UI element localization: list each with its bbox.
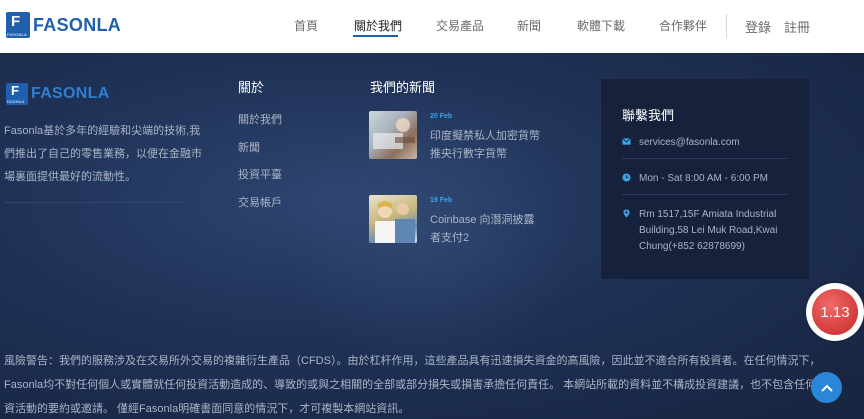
footer-link-news[interactable]: 新聞	[238, 142, 282, 171]
contact-title: 聯繫我們	[622, 108, 675, 123]
about-divider	[4, 202, 188, 203]
news-item[interactable]: 20 Feb 印度擬禁私人加密貨幣 推央行數字貨幣	[369, 111, 540, 163]
news-headline[interactable]: 印度擬禁私人加密貨幣 推央行數字貨幣	[430, 127, 540, 163]
footer-link-accounts[interactable]: 交易帳戶	[238, 197, 282, 226]
footer-logo-mark-icon: F FASONLA	[6, 83, 28, 105]
news-title: 我們的新聞	[370, 80, 436, 95]
footer-link-platform[interactable]: 投資平臺	[238, 170, 282, 198]
envelope-icon	[622, 138, 631, 145]
floating-badge[interactable]: 1.13	[806, 283, 864, 341]
nav-item-about[interactable]: 關於我們	[354, 17, 402, 34]
active-nav-indicator	[353, 35, 398, 37]
nav-item-partners[interactable]: 合作夥伴	[659, 17, 707, 34]
brand-name: FASONLA	[33, 14, 122, 35]
contact-email[interactable]: services@fasonla.com	[639, 135, 740, 151]
contact-divider	[622, 194, 788, 195]
news-item[interactable]: 19 Feb Coinbase 向潛洞披露者支付2	[369, 195, 540, 247]
nav-item-news[interactable]: 新聞	[517, 17, 541, 34]
contact-hours-row: Mon - Sat 8:00 AM - 6:00 PM	[622, 171, 768, 187]
brand-logo[interactable]: F FASONLA FASONLA	[6, 12, 121, 38]
logo-mark-icon: F FASONLA	[6, 12, 30, 38]
risk-warning: 風險警告：我們的服務涉及在交易所外交易的複雜衍生產品（CFDS）。由於杠杆作用，…	[4, 355, 828, 415]
news-headline[interactable]: Coinbase 向潛洞披露者支付2	[430, 211, 540, 247]
register-link[interactable]: 註冊	[784, 17, 810, 36]
site-footer: F FASONLA FASONLA Fasonla基於多年的經驗和尖端的技術,我…	[0, 53, 864, 419]
contact-address-row: Rm 1517,15F Amiata Industrial Building,5…	[622, 207, 789, 255]
badge-value: 1.13	[812, 289, 858, 335]
back-to-top-button[interactable]	[811, 372, 842, 403]
contact-email-row: services@fasonla.com	[622, 135, 740, 151]
nav-item-products[interactable]: 交易產品	[436, 17, 484, 34]
contact-address: Rm 1517,15F Amiata Industrial Building,5…	[639, 209, 778, 252]
nav-divider	[726, 14, 727, 38]
links-title: 關於	[238, 80, 265, 95]
nav-item-home[interactable]: 首頁	[294, 17, 318, 34]
news-date: 19 Feb	[430, 197, 453, 204]
contact-divider	[622, 158, 788, 159]
contact-hours: Mon - Sat 8:00 AM - 6:00 PM	[639, 173, 768, 184]
chevron-up-icon	[820, 384, 833, 392]
clock-icon	[622, 173, 631, 182]
footer-link-about[interactable]: 關於我們	[238, 115, 282, 143]
nav-item-download[interactable]: 軟體下載	[577, 17, 625, 34]
news-thumbnail[interactable]	[369, 111, 417, 159]
footer-brand-name: FASONLA	[31, 85, 110, 102]
login-link[interactable]: 登錄	[745, 17, 771, 36]
news-date: 20 Feb	[430, 113, 453, 120]
location-pin-icon	[623, 209, 630, 218]
header: F FASONLA FASONLA 首頁 關於我們 交易產品 新聞 軟體下載 合…	[0, 0, 864, 53]
footer-logo[interactable]: F FASONLA FASONLA	[6, 83, 110, 105]
news-thumbnail[interactable]	[369, 195, 417, 243]
footer-links: 關於我們 新聞 投資平臺 交易帳戶	[238, 115, 282, 225]
about-description: Fasonla基於多年的經驗和尖端的技術,我們推出了自己的零售業務，以便在金融市…	[4, 125, 202, 183]
contact-card: 聯繫我們 services@fasonla.com Mon - Sat 8:00…	[601, 79, 809, 279]
